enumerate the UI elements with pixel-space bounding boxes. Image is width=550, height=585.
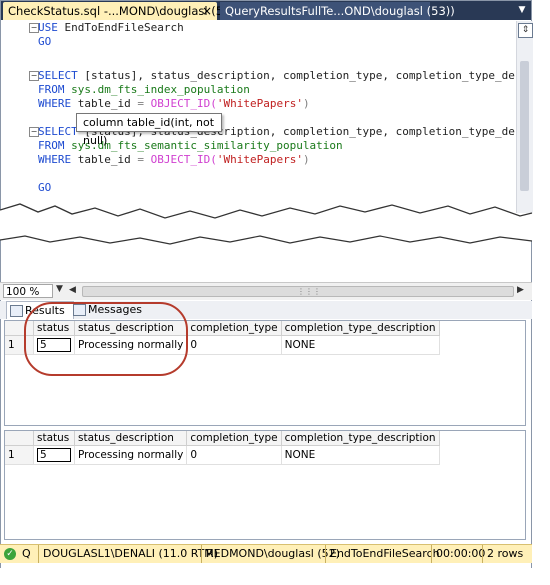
table-cell[interactable]: NONE [281, 445, 440, 465]
code-line-6: WHERE table_id = OBJECT_ID('WhitePapers'… [38, 97, 310, 110]
column-header[interactable]: status_description [74, 431, 188, 446]
server-name: DOUGLASL1\DENALI (11.0 RTM) [38, 545, 218, 563]
code-line-1: USE EndToEndFileSearch [38, 21, 184, 34]
zoom-select[interactable]: 100 % [3, 284, 53, 298]
green-check-icon: ✓ [4, 548, 16, 560]
editor-vertical-scrollbar[interactable]: ⇕ [516, 21, 533, 213]
code-line-4: SELECT [status], status_description, com… [38, 69, 515, 82]
table-cell[interactable]: 5 [33, 445, 75, 465]
query-state: Q [22, 547, 31, 560]
user-name: REDMOND\douglasl (52) [201, 545, 340, 563]
tab-label: QueryResultsFullTe...OND\douglasl (53)) [225, 4, 455, 18]
results-grid-2[interactable]: status status_description completion_typ… [4, 430, 526, 540]
selected-cell[interactable]: 5 [37, 448, 71, 462]
elapsed-time: 00:00:00 [431, 545, 485, 563]
row-count: 2 rows [482, 545, 532, 563]
table-cell[interactable]: 0 [186, 335, 282, 355]
code-line-2: GO [38, 35, 52, 48]
query-status-bar: ✓ Q DOUGLASL1\DENALI (11.0 RTM) REDMOND\… [0, 544, 532, 563]
code-line-10: WHERE table_id = OBJECT_ID('WhitePapers'… [38, 153, 310, 166]
grid-header-row: status status_description completion_typ… [5, 431, 440, 446]
database-name: EndToEndFileSearch [325, 545, 440, 563]
column-header[interactable]: completion_type_description [281, 321, 440, 336]
column-header[interactable]: completion_type [186, 431, 282, 446]
row-number[interactable]: 1 [5, 445, 34, 465]
editor-horizontal-scroll-row: 100 % ▼ ◀ ⋮⋮⋮ ▶ [0, 282, 532, 300]
code-line-5: FROM sys.dm_fts_index_population [38, 83, 250, 96]
scrollbar-thumb[interactable] [520, 61, 529, 191]
code-line-12: GO [38, 181, 52, 194]
column-header[interactable]: status [33, 431, 75, 446]
column-header[interactable]: completion_type_description [281, 431, 440, 446]
grid-icon [10, 305, 23, 317]
tab-queryresults[interactable]: QueryResultsFullTe...OND\douglasl (53)) [220, 2, 455, 20]
dropdown-arrow-icon[interactable]: ▼ [515, 3, 529, 17]
horizontal-scrollbar-thumb[interactable]: ⋮⋮⋮ [82, 286, 514, 297]
scroll-right-icon[interactable]: ▶ [517, 285, 524, 295]
table-row[interactable]: 1 5 Processing normally 0 NONE [5, 445, 440, 465]
row-header-corner [5, 431, 34, 446]
highlight-ellipse [24, 302, 188, 376]
column-header[interactable]: completion_type [186, 321, 282, 336]
table-cell[interactable]: 0 [186, 445, 282, 465]
intellisense-tooltip: column table_id(int, not null) [76, 113, 222, 147]
split-window-icon[interactable]: ⇕ [518, 23, 533, 38]
table-cell[interactable]: NONE [281, 335, 440, 355]
scroll-left-icon[interactable]: ◀ [69, 285, 76, 295]
document-tab-strip: CheckStatus.sql -...MOND\douglasl (52)) … [1, 1, 531, 20]
query-editor-window: CheckStatus.sql -...MOND\douglasl (52)) … [0, 0, 533, 213]
grip-icon: ⋮⋮⋮ [297, 287, 321, 296]
table-cell[interactable]: Processing normally [74, 445, 188, 465]
close-icon[interactable]: × [202, 2, 212, 20]
chevron-down-icon[interactable]: ▼ [56, 284, 63, 294]
tab-checkstatus-sql[interactable]: CheckStatus.sql -...MOND\douglasl (52)) … [3, 2, 239, 20]
